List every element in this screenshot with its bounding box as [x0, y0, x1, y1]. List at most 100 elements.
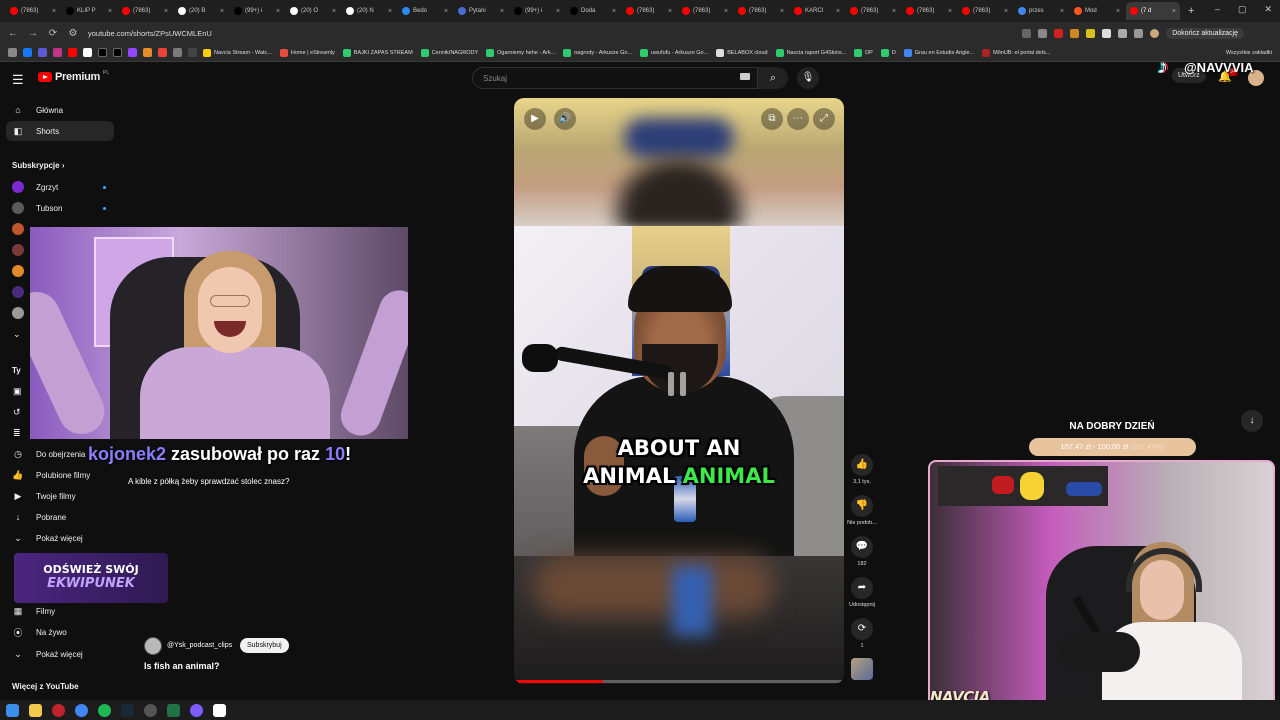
close-tab-icon[interactable]: ×	[1172, 8, 1176, 15]
close-tab-icon[interactable]: ×	[500, 8, 504, 15]
captions-button[interactable]: ⧉	[761, 108, 783, 130]
bookmark-icon[interactable]	[173, 48, 182, 57]
bookmark-item[interactable]: Navcia raport G4Skins...	[775, 48, 846, 57]
channel-icon[interactable]: ▣	[13, 386, 22, 397]
video-progress-bar[interactable]	[514, 680, 844, 683]
close-tab-icon[interactable]: ×	[668, 8, 672, 15]
browser-tab[interactable]: przes ×	[1014, 2, 1068, 20]
browser-tab[interactable]: (7863) ×	[846, 2, 900, 20]
bookmark-item[interactable]: nagrody - Arkusze Go...	[563, 48, 632, 57]
short-title[interactable]: Is fish an animal?	[144, 661, 220, 671]
channel-avatar[interactable]	[12, 265, 24, 277]
close-tab-icon[interactable]: ×	[388, 8, 392, 15]
browser-tab[interactable]: (7863) ×	[958, 2, 1012, 20]
cast-icon[interactable]	[1022, 28, 1032, 38]
windows-start-icon[interactable]	[6, 703, 19, 717]
close-tab-icon[interactable]: ×	[332, 8, 336, 15]
close-tab-icon[interactable]: ×	[52, 8, 56, 15]
bookmark-item[interactable]: Grau en Estudis Angle...	[903, 48, 974, 57]
close-tab-icon[interactable]: ×	[1116, 8, 1120, 15]
sidebar-sub-tubson[interactable]: Tubson	[6, 198, 114, 218]
bookmark-item[interactable]: BAJKI ZAPAS STREAM	[342, 48, 413, 57]
search-input[interactable]: Szukaj	[472, 67, 758, 89]
bookmark-item[interactable]: D	[880, 48, 896, 57]
facebook-icon[interactable]	[23, 48, 32, 57]
voice-search-button[interactable]: 🎙	[797, 67, 819, 89]
bookmark-item[interactable]: Home | eStreamly	[279, 48, 335, 57]
instagram-icon[interactable]	[53, 48, 62, 57]
thumbs-down-icon[interactable]: 👎	[851, 495, 873, 517]
channel-name[interactable]: @Ysk_podcast_clips	[167, 642, 232, 649]
close-tab-icon[interactable]: ×	[724, 8, 728, 15]
dislike-action[interactable]: 👎 Nie podob...	[846, 495, 878, 526]
extension-icon[interactable]	[1102, 28, 1112, 38]
browser-tab[interactable]: KLIP P ×	[62, 2, 116, 20]
extensions-puzzle-icon[interactable]	[1118, 28, 1128, 38]
channel-avatar[interactable]	[12, 307, 24, 319]
bookmark-item[interactable]: MônUB: el portal dels...	[982, 48, 1050, 57]
close-tab-icon[interactable]: ×	[612, 8, 616, 15]
x-icon[interactable]	[98, 48, 107, 57]
sidebar-item-home[interactable]: ⌂ Główna	[6, 100, 114, 120]
expand-chevron-icon[interactable]: ⌄	[13, 329, 21, 340]
browser-tab[interactable]: (7863) ×	[678, 2, 732, 20]
spreadsheet-icon[interactable]	[167, 703, 180, 717]
spotify-icon[interactable]	[98, 703, 111, 717]
close-tab-icon[interactable]: ×	[108, 8, 112, 15]
channel-avatar[interactable]	[12, 223, 24, 235]
sidebar-item-movies[interactable]: ▦ Filmy	[6, 601, 114, 621]
reload-icon[interactable]: ⟳	[46, 28, 60, 39]
browser-tab[interactable]: (7 d ×	[1126, 2, 1180, 20]
close-tab-icon[interactable]: ×	[836, 8, 840, 15]
browser-tab[interactable]: (20) B ×	[174, 2, 228, 20]
bookmark-icon[interactable]	[38, 48, 47, 57]
new-tab-button[interactable]: +	[1182, 5, 1200, 17]
comments-action[interactable]: 💬 182	[846, 536, 878, 567]
share-icon[interactable]: ➦	[851, 577, 873, 599]
maximize-button[interactable]: ▢	[1238, 4, 1247, 15]
channel-avatar[interactable]	[12, 286, 24, 298]
sidebar-item-show-more-2[interactable]: ⌄ Pokaż więcej	[6, 644, 114, 664]
tiktok-icon[interactable]	[113, 48, 122, 57]
extension-icon[interactable]	[1086, 28, 1096, 38]
fullscreen-button[interactable]: ⤢	[813, 108, 835, 130]
sidebar-item-live[interactable]: ⦿ Na żywo	[6, 622, 114, 642]
channel-avatar[interactable]	[12, 244, 24, 256]
bookmark-icon[interactable]	[143, 48, 152, 57]
gmail-icon[interactable]	[158, 48, 167, 57]
opera-icon[interactable]	[52, 703, 65, 717]
browser-tab[interactable]: (99+) i ×	[510, 2, 564, 20]
volume-button[interactable]: 🔊	[554, 108, 576, 130]
close-tab-icon[interactable]: ×	[444, 8, 448, 15]
twitch-icon[interactable]	[128, 48, 137, 57]
apps-icon[interactable]	[8, 48, 17, 57]
close-tab-icon[interactable]: ×	[948, 8, 952, 15]
subscribe-button[interactable]: Subskrybuj	[240, 638, 289, 653]
extension-icon[interactable]	[1070, 28, 1080, 38]
thumbs-up-icon[interactable]: 👍	[851, 454, 873, 476]
remix-action[interactable]: ⟳ 1	[846, 618, 878, 649]
steam-icon[interactable]	[121, 703, 134, 717]
browser-tab[interactable]: Pytani ×	[454, 2, 508, 20]
bookmark-item[interactable]: uwufufu - Arkusze Go...	[640, 48, 708, 57]
close-tab-icon[interactable]: ×	[892, 8, 896, 15]
browser-tab[interactable]: (20) O ×	[286, 2, 340, 20]
like-action[interactable]: 👍 3,1 tys.	[846, 454, 878, 485]
play-button[interactable]: ▶	[524, 108, 546, 130]
update-browser-button[interactable]: Dokończ aktualizację	[1166, 27, 1244, 39]
bookmark-icon[interactable]	[83, 48, 92, 57]
subscriptions-heading[interactable]: Subskrypcje ›	[12, 161, 64, 170]
comment-icon[interactable]: 💬	[851, 536, 873, 558]
bookmark-item[interactable]: BELABOX cloud	[716, 48, 768, 57]
history-icon[interactable]: ↺	[13, 407, 21, 418]
chrome-icon[interactable]	[75, 703, 88, 717]
channel-avatar[interactable]	[144, 637, 162, 655]
bookmark-icon[interactable]	[188, 48, 197, 57]
close-tab-icon[interactable]: ×	[1004, 8, 1008, 15]
bookmark-item[interactable]: Cennik/NAGRODY	[420, 48, 478, 57]
url-field[interactable]: youtube.com/shorts/ZPsUWCMLEnU	[88, 29, 1022, 38]
close-tab-icon[interactable]: ×	[780, 8, 784, 15]
more-options-button[interactable]: ⋯	[787, 108, 809, 130]
back-icon[interactable]: ←	[6, 28, 20, 39]
minimize-button[interactable]: –	[1215, 4, 1220, 15]
